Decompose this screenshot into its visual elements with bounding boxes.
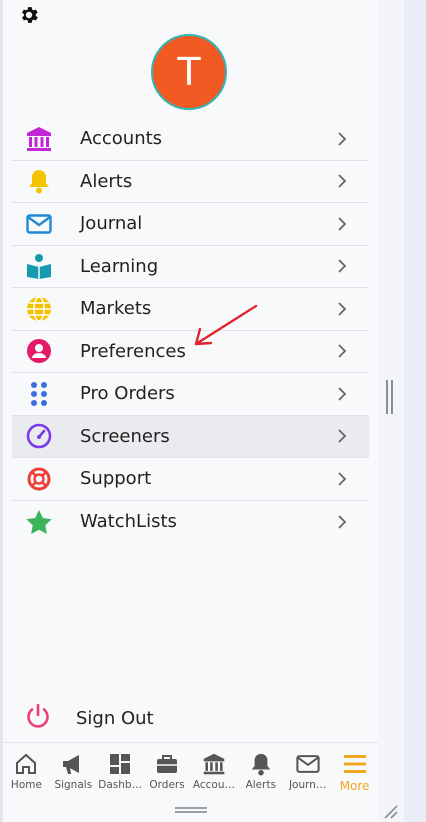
tab-label: Alerts xyxy=(245,779,277,791)
tab-home[interactable]: Home xyxy=(3,743,50,799)
lifebuoy-icon xyxy=(24,464,54,494)
book-reader-icon xyxy=(24,251,54,281)
menu-item-learning[interactable]: Learning xyxy=(12,246,369,288)
grid-dots-icon xyxy=(24,379,54,409)
settings-gear-icon[interactable] xyxy=(18,4,40,26)
menu-icon xyxy=(342,751,368,777)
menu-item-label: Accounts xyxy=(80,128,163,150)
chevron-right-icon xyxy=(338,174,347,188)
tab-dashboard[interactable]: Dashb… xyxy=(97,743,144,799)
chevron-right-icon xyxy=(338,515,347,529)
tab-alerts[interactable]: Alerts xyxy=(237,743,284,799)
tab-label: Signals xyxy=(54,779,93,791)
tab-signals[interactable]: Signals xyxy=(50,743,97,799)
menu-item-label: Markets xyxy=(80,298,152,320)
tab-journal[interactable]: Journ… xyxy=(284,743,331,799)
briefcase-icon xyxy=(154,751,180,777)
annotation-arrow xyxy=(194,304,258,346)
panel-resize-handle[interactable] xyxy=(385,380,395,414)
star-icon xyxy=(24,507,54,537)
envelope-icon xyxy=(24,209,54,239)
chevron-right-icon xyxy=(338,472,347,486)
tab-accounts[interactable]: Accou… xyxy=(191,743,238,799)
tab-orders[interactable]: Orders xyxy=(144,743,191,799)
tab-label: More xyxy=(339,779,370,793)
chevron-right-icon xyxy=(338,387,347,401)
menu-item-label: Support xyxy=(80,468,152,490)
menu-item-alerts[interactable]: Alerts xyxy=(12,161,369,203)
tab-label: Dashb… xyxy=(98,779,143,791)
menu-item-label: Learning xyxy=(80,255,159,277)
menu-item-screeners[interactable]: Screeners xyxy=(12,415,369,458)
menu-item-label: Preferences xyxy=(80,340,186,362)
tab-label: Home xyxy=(10,779,42,791)
home-indicator xyxy=(175,807,207,813)
sign-out-button[interactable]: Sign Out xyxy=(24,702,154,734)
menu-item-label: Screeners xyxy=(80,425,170,447)
avatar[interactable]: T xyxy=(151,34,227,110)
menu-item-label: Journal xyxy=(80,213,143,235)
bottom-tab-bar: Home Signals Dashb… Orders Accou… Alerts xyxy=(3,742,378,799)
home-icon xyxy=(13,751,39,777)
menu-item-label: Alerts xyxy=(80,170,133,192)
speedometer-icon xyxy=(24,421,54,451)
envelope-icon xyxy=(295,751,321,777)
menu-item-journal[interactable]: Journal xyxy=(12,203,369,246)
tab-more[interactable]: More xyxy=(331,743,378,799)
chevron-right-icon xyxy=(338,217,347,231)
menu-item-watchlists[interactable]: WatchLists xyxy=(12,501,369,544)
tab-label: Orders xyxy=(149,779,185,791)
panel-left-border xyxy=(0,0,3,822)
tab-label: Accou… xyxy=(192,779,235,791)
menu-item-support[interactable]: Support xyxy=(12,458,369,501)
bank-icon xyxy=(201,751,227,777)
bell-icon xyxy=(24,166,54,196)
chevron-right-icon xyxy=(338,132,347,146)
chevron-right-icon xyxy=(338,344,347,358)
megaphone-icon xyxy=(60,751,86,777)
user-circle-icon xyxy=(24,336,54,366)
chevron-right-icon xyxy=(338,429,347,443)
sign-out-label: Sign Out xyxy=(76,707,154,729)
power-icon xyxy=(24,702,52,734)
menu-item-accounts[interactable]: Accounts xyxy=(12,118,369,161)
bank-icon xyxy=(24,124,54,154)
background-strip xyxy=(404,0,426,822)
resize-grip-icon[interactable] xyxy=(382,803,398,819)
dashboard-icon xyxy=(107,751,133,777)
chevron-right-icon xyxy=(338,302,347,316)
globe-icon xyxy=(24,294,54,324)
menu-item-label: Pro Orders xyxy=(80,383,175,405)
menu-item-label: WatchLists xyxy=(80,511,177,533)
bell-icon xyxy=(248,751,274,777)
tab-label: Journ… xyxy=(288,779,327,791)
menu-item-pro-orders[interactable]: Pro Orders xyxy=(12,373,369,416)
chevron-right-icon xyxy=(338,259,347,273)
